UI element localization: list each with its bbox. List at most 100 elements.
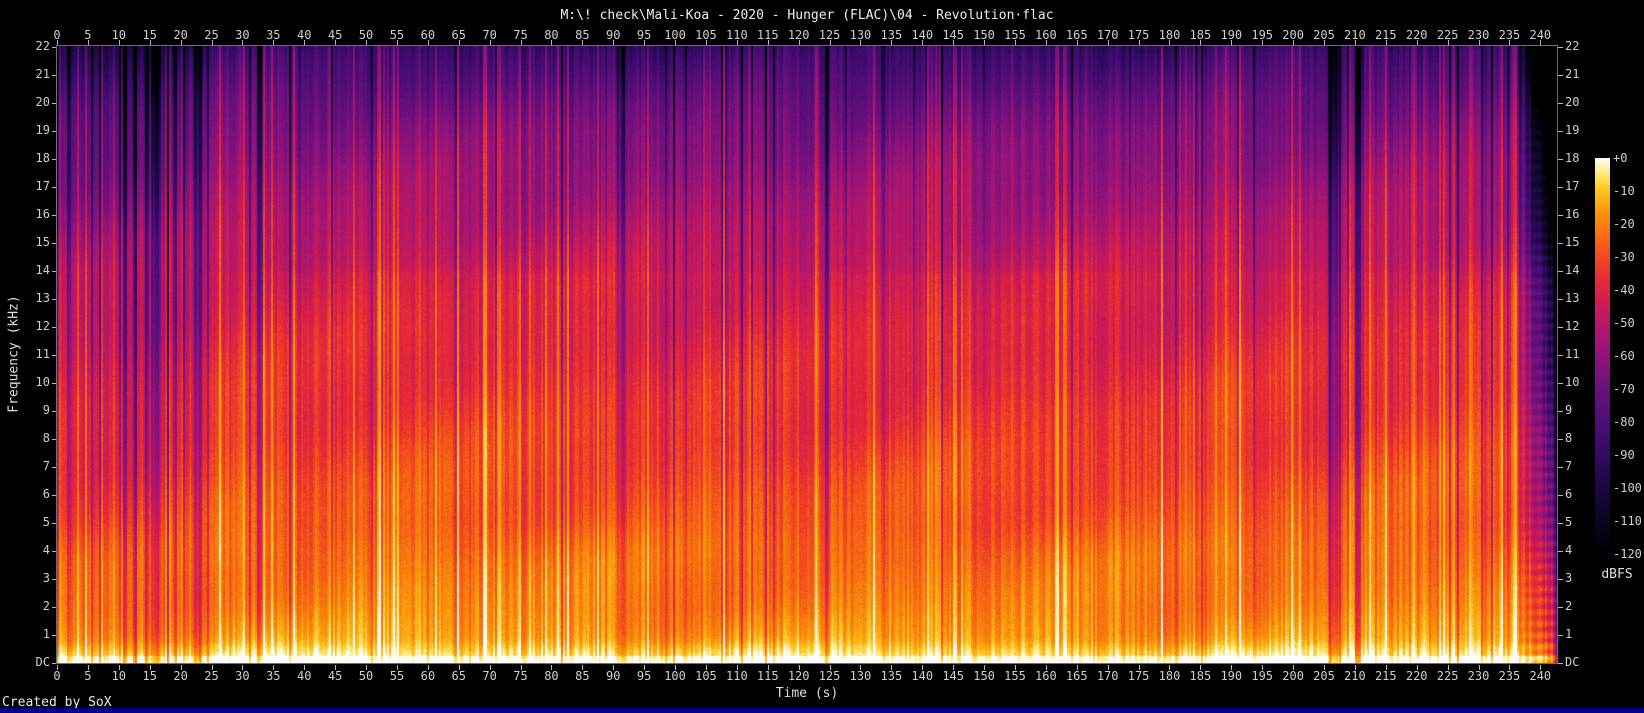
- dbfs-tick-label: -50: [1613, 316, 1635, 330]
- time-tick-mark: [1262, 665, 1264, 670]
- time-tick-mark: [1293, 40, 1295, 45]
- time-tick-mark: [1385, 665, 1387, 670]
- time-tick-mark: [1169, 40, 1171, 45]
- frequency-tick-mark: [1558, 635, 1563, 637]
- time-tick-mark: [1509, 40, 1511, 45]
- frequency-tick-label: 8: [42, 431, 50, 446]
- time-tick-mark: [1416, 665, 1418, 670]
- footer-accent-bar: [0, 708, 1644, 713]
- frequency-tick-mark: [1558, 551, 1563, 553]
- frequency-tick-mark: [1558, 243, 1563, 245]
- frequency-tick-mark: [1558, 467, 1563, 469]
- frequency-tick-mark: [1558, 355, 1563, 357]
- time-tick-mark: [1354, 40, 1356, 45]
- time-tick-mark: [489, 40, 491, 45]
- frequency-tick-label: 4: [42, 543, 50, 558]
- frequency-tick-mark: [1558, 663, 1563, 664]
- frequency-tick-label: 3: [42, 571, 50, 586]
- time-tick-mark: [613, 40, 615, 45]
- time-tick-mark: [829, 40, 831, 45]
- frequency-tick-mark: [1558, 187, 1563, 189]
- time-tick-mark: [1138, 40, 1140, 45]
- time-tick-mark: [829, 665, 831, 670]
- time-tick-mark: [705, 665, 707, 670]
- time-tick-mark: [489, 665, 491, 670]
- time-tick-mark: [87, 40, 89, 45]
- time-tick-mark: [1014, 665, 1016, 670]
- time-tick-mark: [984, 40, 986, 45]
- frequency-tick-label: 19: [1565, 123, 1580, 138]
- dbfs-tick-label: -100: [1613, 481, 1642, 495]
- time-tick-mark: [551, 665, 553, 670]
- time-tick-mark: [613, 665, 615, 670]
- time-tick-mark: [675, 665, 677, 670]
- frequency-tick-label: 22: [35, 39, 50, 54]
- time-tick-mark: [891, 40, 893, 45]
- time-tick-mark: [953, 665, 955, 670]
- time-tick-mark: [1169, 665, 1171, 670]
- frequency-axis-label: Frequency (kHz): [6, 295, 22, 413]
- frequency-tick-mark: [1558, 383, 1563, 385]
- dbfs-unit-label: dBFS: [1601, 567, 1633, 582]
- frequency-tick-label: 17: [35, 179, 50, 194]
- time-tick-mark: [458, 665, 460, 670]
- frequency-tick-mark: [1558, 215, 1563, 217]
- time-tick-mark: [1447, 40, 1449, 45]
- spectrogram-plot: [56, 45, 1558, 664]
- time-tick-mark: [860, 40, 862, 45]
- time-tick-mark: [644, 665, 646, 670]
- sox-spectrogram-window: M:\! check\Mali-Koa - 2020 - Hunger (FLA…: [0, 0, 1644, 713]
- time-tick-mark: [922, 40, 924, 45]
- time-tick-mark: [1540, 40, 1542, 45]
- time-tick-mark: [1231, 665, 1233, 670]
- time-tick-mark: [1293, 665, 1295, 670]
- time-tick-mark: [1509, 665, 1511, 670]
- frequency-tick-mark: [52, 663, 57, 664]
- time-tick-mark: [180, 40, 182, 45]
- frequency-tick-mark: [1558, 579, 1563, 581]
- time-tick-mark: [1014, 40, 1016, 45]
- frequency-tick-label: DC: [1565, 655, 1580, 669]
- frequency-tick-label: DC: [35, 655, 50, 669]
- dbfs-tick-label: -60: [1613, 349, 1635, 363]
- time-tick-mark: [149, 40, 151, 45]
- time-tick-mark: [705, 40, 707, 45]
- frequency-tick-label: 21: [35, 67, 50, 82]
- frequency-tick-mark: [1558, 103, 1563, 105]
- time-tick-mark: [675, 40, 677, 45]
- dbfs-tick-label: -110: [1613, 514, 1642, 528]
- time-tick-mark: [1200, 40, 1202, 45]
- frequency-tick-label: 6: [42, 487, 50, 502]
- dbfs-tick-label: +0: [1613, 151, 1628, 165]
- time-tick-mark: [1385, 40, 1387, 45]
- time-tick-mark: [1076, 40, 1078, 45]
- time-tick-mark: [798, 40, 800, 45]
- frequency-tick-mark: [1558, 523, 1563, 525]
- time-tick-mark: [520, 665, 522, 670]
- frequency-tick-label: 1: [1565, 627, 1573, 642]
- time-tick-mark: [366, 40, 368, 45]
- frequency-tick-label: 7: [42, 459, 50, 474]
- time-tick-mark: [118, 40, 120, 45]
- time-tick-mark: [458, 40, 460, 45]
- frequency-tick-label: 20: [35, 95, 50, 110]
- frequency-tick-mark: [1558, 299, 1563, 301]
- time-tick-mark: [520, 40, 522, 45]
- frequency-tick-label: 2: [42, 599, 50, 614]
- dbfs-tick-label: -120: [1613, 547, 1642, 561]
- dbfs-tick-label: -30: [1613, 250, 1635, 264]
- time-tick-mark: [396, 665, 398, 670]
- time-tick-mark: [1540, 665, 1542, 670]
- frequency-tick-label: 1: [42, 627, 50, 642]
- time-tick-mark: [891, 665, 893, 670]
- time-axis-label: Time (s): [775, 686, 839, 701]
- time-tick-mark: [582, 40, 584, 45]
- frequency-tick-mark: [1558, 47, 1563, 49]
- dbfs-tick-label: -10: [1613, 184, 1635, 198]
- time-tick-mark: [860, 665, 862, 670]
- frequency-tick-label: 16: [35, 207, 50, 222]
- frequency-tick-mark: [1558, 411, 1563, 413]
- frequency-tick-mark: [1558, 439, 1563, 441]
- time-tick-mark: [1138, 665, 1140, 670]
- time-tick-mark: [1478, 40, 1480, 45]
